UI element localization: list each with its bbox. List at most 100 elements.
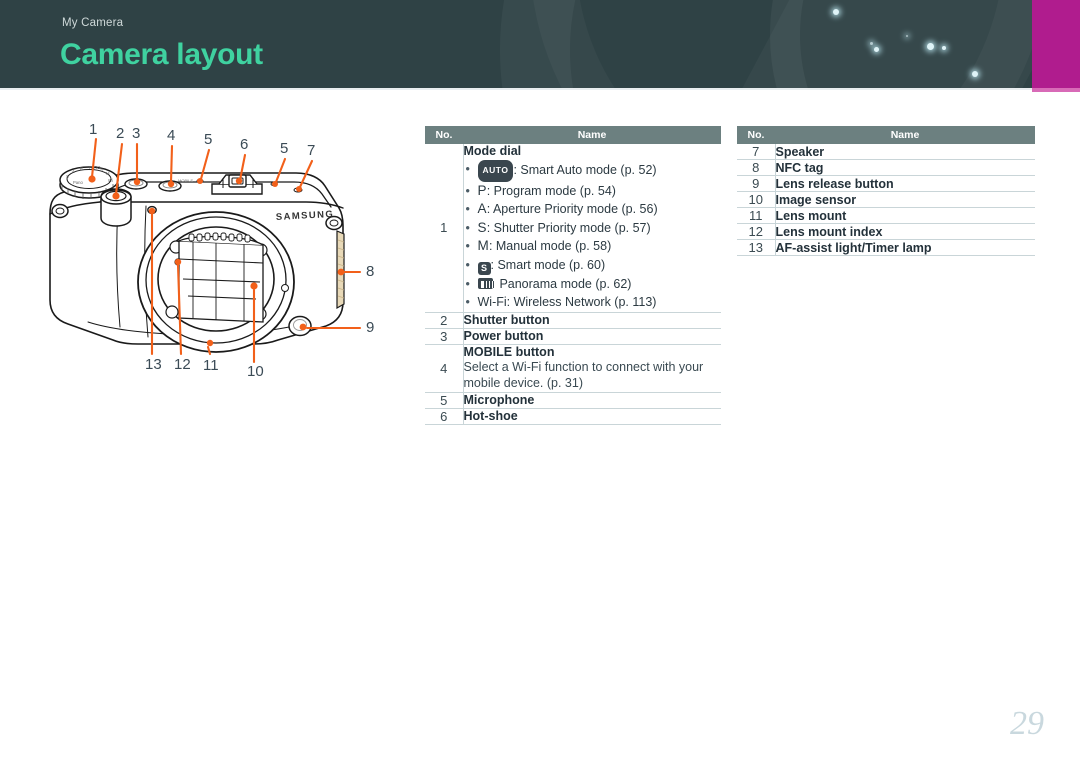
panorama-mode-icon [477,277,496,289]
row-name: Speaker [775,144,1035,160]
table-row[interactable]: 8 NFC tag [737,159,1035,176]
row-title: MOBILE button [463,344,555,359]
row-number: 5 [425,392,464,409]
table-row[interactable]: 7 Speaker [737,144,1035,160]
table-row[interactable]: 2 Shutter button [425,312,721,329]
mode-dial-list: AUTO: Smart Auto mode (p. 52) P: Program… [464,160,722,312]
breadcrumb: My Camera [62,17,124,29]
svg-text:MOBILE: MOBILE [178,178,193,183]
row-name: Image sensor [775,191,1035,208]
left-spec-table: No. Name 1 Mode dial AUTO: Smart Auto mo… [425,126,721,425]
mode-item-text: : Smart mode (p. 60) [490,257,606,272]
row-number: 11 [737,207,776,224]
manual-mode-icon: M [477,238,489,253]
row-number: 12 [737,223,776,240]
right-spec-table: No. Name 7 Speaker 8 NFC tag 9 Lens rele… [737,126,1035,256]
col-header-name: Name [775,126,1035,144]
row-title: Speaker [775,144,825,159]
header-underline [0,88,1032,90]
program-mode-icon: P [477,182,487,198]
table-row[interactable]: 12 Lens mount index [737,223,1035,240]
row-number: 8 [737,159,776,176]
shutter-mode-icon: S [477,219,487,235]
manual-page: My Camera Camera layout S A P AUTO S M W… [0,0,1080,765]
row-title: AF-assist light/Timer lamp [775,240,932,255]
row-title: Lens release button [775,176,894,191]
table-row[interactable]: 4 MOBILE button Select a Wi-Fi function … [425,344,721,393]
callout-number: 13 [145,356,162,373]
mode-item: S: Shutter Priority mode (p. 57) [464,219,722,238]
callout-number: 12 [174,356,191,373]
table-row[interactable]: 1 Mode dial AUTO: Smart Auto mode (p. 52… [425,144,722,313]
col-header-no: No. [425,126,463,144]
row-number: 9 [737,175,776,192]
table-row[interactable]: 5 Microphone [425,392,721,409]
table-header-row: No. Name [737,126,1035,144]
table-row[interactable]: 9 Lens release button [737,175,1035,192]
image-sensor-shape [178,235,264,323]
col-header-name: Name [463,126,721,144]
callout-number: 7 [307,142,316,159]
svg-text:A: A [72,169,75,174]
mode-item-text: : Aperture Priority mode (p. 56) [486,202,658,216]
svg-text:Wi: Wi [108,178,113,183]
mode-item: P: Program mode (p. 54) [464,182,722,201]
sparkle-icon [927,43,934,50]
row-title: Shutter button [463,313,550,327]
row-name: NFC tag [775,159,1035,176]
mode-item: S: Smart mode (p. 60) [464,256,722,275]
row-name: Microphone [463,392,721,409]
row-name: Power button [463,328,721,345]
mode-item: : Panorama mode (p. 62) [464,275,722,294]
page-title: Camera layout [60,38,263,71]
row-name: Shutter button [463,312,721,329]
callout-number: 5 [280,140,289,157]
row-name: Mode dial AUTO: Smart Auto mode (p. 52) … [463,144,722,313]
table-row[interactable]: 3 Power button [425,328,721,345]
sparkle-icon [874,47,879,52]
table-header-row: No. Name [425,126,721,144]
camera-diagram: SAP AUTO S M Wi Pano MOBILE SAMSUNG 1 2 … [48,121,408,397]
col-header-no: No. [737,126,775,144]
callout-number: 4 [167,127,176,144]
page-header: My Camera Camera layout [0,0,1080,88]
mode-item-text: : Panorama mode (p. 62) [492,276,632,291]
row-subtitle: Select a Wi-Fi function to connect with … [463,359,704,391]
sparkle-icon [942,46,946,50]
row-title: Mode dial [463,144,522,158]
row-number: 7 [737,144,776,160]
row-number: 3 [425,328,464,345]
row-number: 6 [425,408,464,425]
sparkle-icon [870,42,873,45]
row-name: Lens mount [775,207,1035,224]
mode-item: Wi-Fi: Wireless Network (p. 113) [464,293,722,312]
sparkle-icon [972,71,978,77]
row-number: 1 [425,144,464,313]
svg-text:S: S [66,174,69,179]
callout-number: 8 [366,263,375,280]
mode-item-text: : Wireless Network (p. 113) [506,295,657,309]
row-number: 2 [425,312,464,329]
smart-mode-icon: S [477,261,491,275]
table-row[interactable]: 13 AF-assist light/Timer lamp [737,239,1035,256]
row-title: Power button [463,329,544,343]
mode-item-text: : Manual mode (p. 58) [488,239,612,253]
row-name: Lens mount index [775,223,1035,240]
page-number: 29 [1010,705,1044,742]
table-row[interactable]: 10 Image sensor [737,191,1035,208]
mode-item-text: : Shutter Priority mode (p. 57) [486,220,651,235]
table-row[interactable]: 6 Hot-shoe [425,408,721,425]
row-name: Hot-shoe [463,408,721,425]
header-accent-bar [1032,0,1080,92]
row-title: Hot-shoe [463,409,518,423]
callout-number: 6 [240,136,249,153]
auto-mode-icon: AUTO [477,160,514,182]
table-row[interactable]: 11 Lens mount [737,207,1035,224]
row-title: NFC tag [775,160,824,175]
row-number: 13 [737,239,776,256]
callout-number: 9 [366,319,375,336]
svg-text:Pano: Pano [73,180,83,185]
aperture-mode-icon: A [477,201,487,216]
row-number: 4 [425,344,464,393]
row-name: AF-assist light/Timer lamp [775,239,1035,256]
